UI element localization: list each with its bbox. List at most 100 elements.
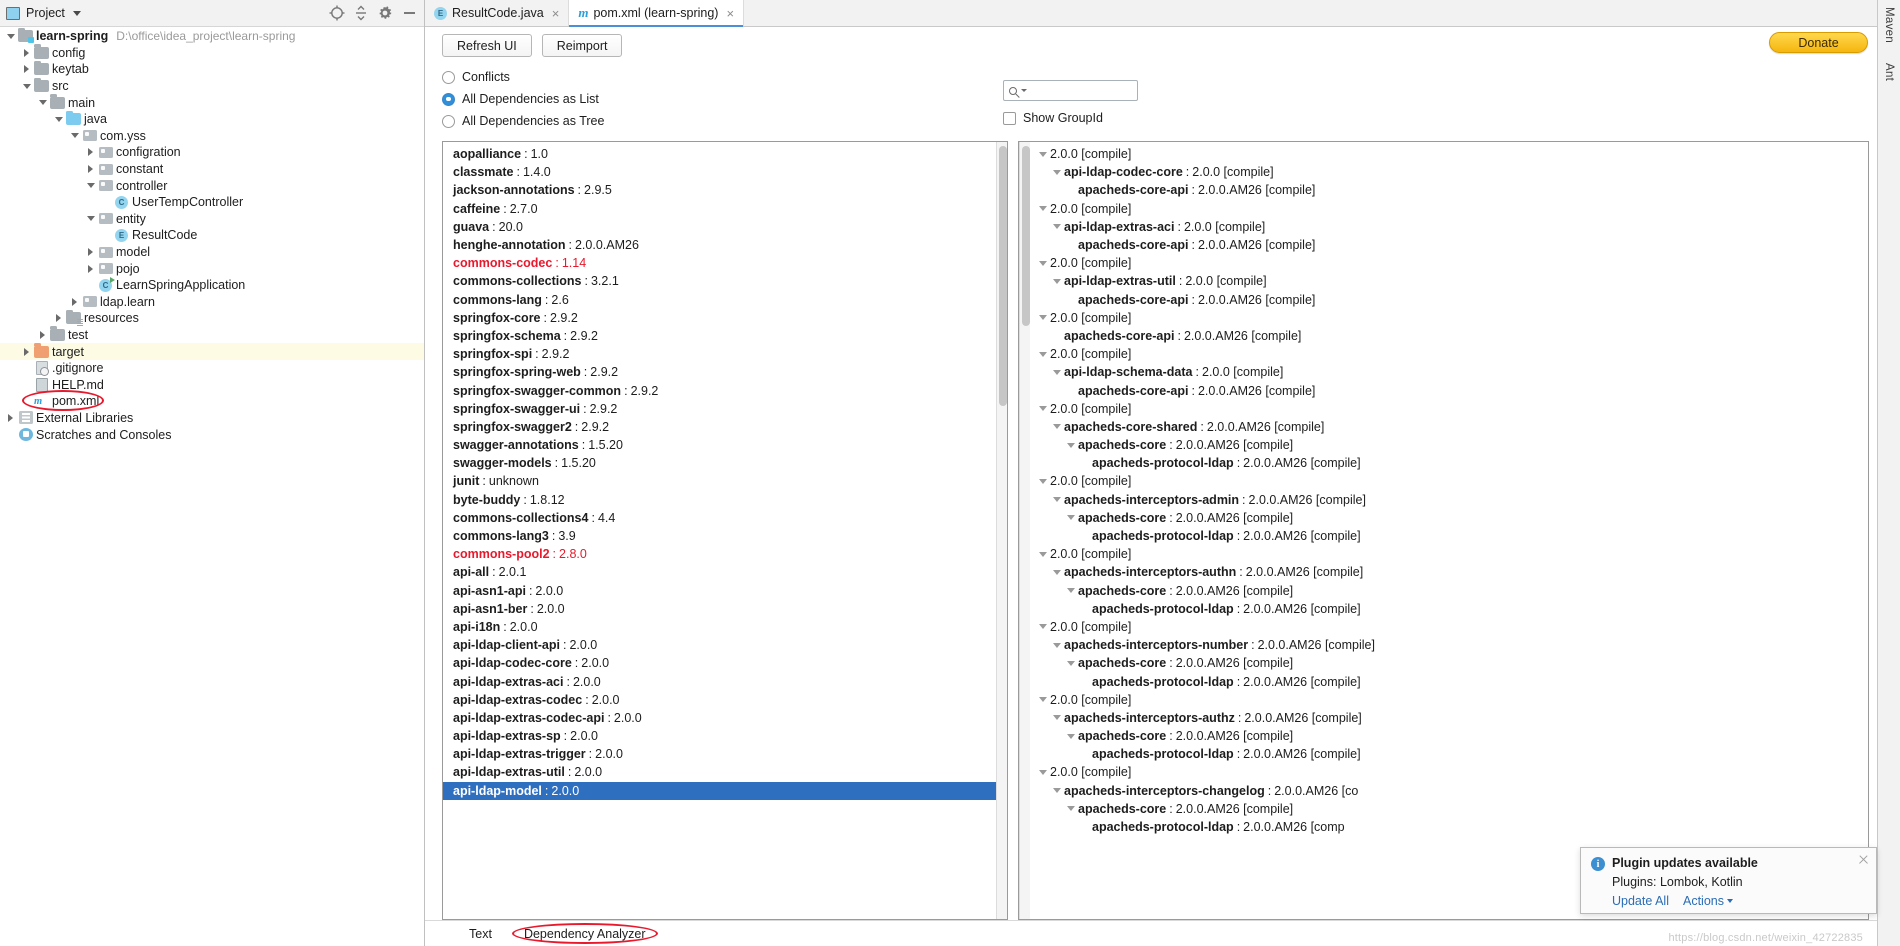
dependency-list-item[interactable]: api-asn1-ber : 2.0.0 bbox=[453, 600, 996, 618]
chevron-down-icon[interactable] bbox=[72, 10, 81, 16]
dependency-list-item[interactable]: api-ldap-model : 2.0.0 bbox=[443, 781, 996, 800]
dependency-tree-node[interactable]: api-ldap-schema-data : 2.0.0 [compile] bbox=[1034, 363, 1868, 381]
tree-twisty-closed[interactable] bbox=[84, 161, 97, 177]
tree-twisty-open[interactable] bbox=[68, 128, 81, 144]
dependency-tree-node[interactable]: apacheds-protocol-ldap : 2.0.0.AM26 [com… bbox=[1034, 818, 1868, 836]
dependency-tree-node[interactable]: 2.0.0 [compile] bbox=[1034, 472, 1868, 490]
tree-twisty-closed[interactable] bbox=[20, 45, 33, 61]
dependency-tree-node[interactable]: 2.0.0 [compile] bbox=[1034, 145, 1868, 163]
tree-node-entity[interactable]: entity bbox=[0, 211, 424, 228]
tree-twisty-open[interactable] bbox=[1064, 734, 1078, 739]
refresh-ui-button[interactable]: Refresh UI bbox=[442, 34, 532, 57]
tree-twisty-open[interactable] bbox=[1064, 515, 1078, 520]
tool-window-button-maven[interactable]: Maven bbox=[1883, 4, 1895, 46]
dependency-tree-node[interactable]: apacheds-core : 2.0.0.AM26 [compile] bbox=[1034, 582, 1868, 600]
tree-twisty-open[interactable] bbox=[84, 178, 97, 194]
tree-twisty-closed[interactable] bbox=[20, 344, 33, 360]
dependency-list-item[interactable]: springfox-swagger-ui : 2.9.2 bbox=[453, 400, 996, 418]
tree-twisty-open[interactable] bbox=[1036, 206, 1050, 211]
dependency-list-item[interactable]: api-ldap-extras-sp : 2.0.0 bbox=[453, 727, 996, 745]
tool-window-button-ant[interactable]: Ant bbox=[1883, 60, 1895, 84]
show-groupid-checkbox-wrap[interactable]: Show GroupId bbox=[1003, 111, 1103, 125]
tree-node-resources[interactable]: resources bbox=[0, 309, 424, 327]
tree-node-pom-xml[interactable]: m pom.xml bbox=[0, 393, 424, 410]
show-groupid-checkbox[interactable] bbox=[1003, 111, 1016, 125]
dependency-list-item[interactable]: byte-buddy : 1.8.12 bbox=[453, 491, 996, 509]
dependency-list-item[interactable]: commons-lang3 : 3.9 bbox=[453, 527, 996, 545]
dependency-list-item[interactable]: aopalliance : 1.0 bbox=[453, 145, 996, 163]
search-input[interactable] bbox=[1003, 80, 1138, 101]
tree-twisty-closed[interactable] bbox=[20, 61, 33, 77]
tree-twisty-open[interactable] bbox=[1064, 806, 1078, 811]
dependency-tree-node[interactable]: api-ldap-extras-util : 2.0.0 [compile] bbox=[1034, 272, 1868, 290]
dependency-tree-node[interactable]: apacheds-protocol-ldap : 2.0.0.AM26 [com… bbox=[1034, 454, 1868, 472]
tree-node-pojo[interactable]: pojo bbox=[0, 260, 424, 277]
tree-twisty-open[interactable] bbox=[1050, 570, 1064, 575]
dependency-list-item[interactable]: api-ldap-extras-codec-api : 2.0.0 bbox=[453, 709, 996, 727]
tree-node-constant[interactable]: constant bbox=[0, 161, 424, 178]
tree-twisty-open[interactable] bbox=[1036, 697, 1050, 702]
tree-twisty-open[interactable] bbox=[1036, 315, 1050, 320]
reimport-button[interactable]: Reimport bbox=[541, 34, 623, 57]
dependency-tree-node[interactable]: apacheds-protocol-ldap : 2.0.0.AM26 [com… bbox=[1034, 600, 1868, 618]
tree-twisty-open[interactable] bbox=[1064, 443, 1078, 448]
dependency-list-item[interactable]: api-ldap-extras-codec : 2.0.0 bbox=[453, 691, 996, 709]
dependency-list-item[interactable]: api-asn1-api : 2.0.0 bbox=[453, 582, 996, 600]
tree-node-keytab[interactable]: keytab bbox=[0, 60, 424, 78]
tree-twisty-open[interactable] bbox=[1050, 279, 1064, 284]
tree-node-learnspringapplication[interactable]: C LearnSpringApplication bbox=[0, 276, 424, 294]
tree-twisty-open[interactable] bbox=[1050, 370, 1064, 375]
tree-twisty-open[interactable] bbox=[1064, 661, 1078, 666]
dependency-tree-node[interactable]: apacheds-interceptors-admin : 2.0.0.AM26… bbox=[1034, 491, 1868, 509]
dependency-list-item[interactable]: commons-lang : 2.6 bbox=[453, 291, 996, 309]
tree-twisty-open[interactable] bbox=[1050, 715, 1064, 720]
project-tree[interactable]: learn-spring D:\office\idea_project\learn… bbox=[0, 27, 424, 946]
radio-button[interactable] bbox=[442, 92, 455, 106]
dependency-list-item[interactable]: api-ldap-extras-trigger : 2.0.0 bbox=[453, 745, 996, 763]
tree-twisty-open[interactable] bbox=[1050, 788, 1064, 793]
dependency-tree-node[interactable]: api-ldap-codec-core : 2.0.0 [compile] bbox=[1034, 163, 1868, 181]
dependency-tree-node[interactable]: 2.0.0 [compile] bbox=[1034, 309, 1868, 327]
dependency-list-item[interactable]: junit : unknown bbox=[453, 472, 996, 490]
tree-twisty-open[interactable] bbox=[1050, 170, 1064, 175]
tree-twisty-closed[interactable] bbox=[36, 327, 49, 343]
dependency-tree-node[interactable]: apacheds-core : 2.0.0.AM26 [compile] bbox=[1034, 509, 1868, 527]
dependency-tree-node[interactable]: apacheds-core-api : 2.0.0.AM26 [compile] bbox=[1034, 327, 1868, 345]
dependency-list-item[interactable]: api-i18n : 2.0.0 bbox=[453, 618, 996, 636]
editor-tab-pom[interactable]: m pom.xml (learn-spring) × bbox=[569, 0, 745, 27]
dependency-list-item[interactable]: commons-collections4 : 4.4 bbox=[453, 509, 996, 527]
actions-link[interactable]: Actions bbox=[1683, 894, 1724, 908]
dependency-list-item[interactable]: api-ldap-extras-aci : 2.0.0 bbox=[453, 672, 996, 690]
dependency-tree-node[interactable]: api-ldap-extras-aci : 2.0.0 [compile] bbox=[1034, 218, 1868, 236]
dependency-tree-node[interactable]: apacheds-protocol-ldap : 2.0.0.AM26 [com… bbox=[1034, 527, 1868, 545]
dependency-tree-node[interactable]: 2.0.0 [compile] bbox=[1034, 345, 1868, 363]
dependency-tree-node[interactable]: apacheds-core : 2.0.0.AM26 [compile] bbox=[1034, 436, 1868, 454]
tree-twisty-open[interactable] bbox=[20, 78, 33, 94]
bottom-tab-text[interactable]: Text bbox=[453, 921, 508, 946]
chevron-down-icon[interactable] bbox=[1726, 899, 1733, 903]
radio-row-all-dependencies-as-tree[interactable]: All Dependencies as Tree bbox=[442, 110, 1877, 132]
tree-node-target[interactable]: target bbox=[0, 343, 424, 360]
tree-node-model[interactable]: model bbox=[0, 244, 424, 261]
tree-node-resultcode[interactable]: E ResultCode bbox=[0, 227, 424, 244]
dependency-tree-node[interactable]: apacheds-interceptors-authz : 2.0.0.AM26… bbox=[1034, 709, 1868, 727]
tree-twisty-closed[interactable] bbox=[4, 410, 17, 426]
tree-twisty-closed[interactable] bbox=[84, 144, 97, 160]
dependency-tree-node[interactable]: 2.0.0 [compile] bbox=[1034, 254, 1868, 272]
tree-twisty-open[interactable] bbox=[36, 95, 49, 111]
radio-row-conflicts[interactable]: Conflicts bbox=[442, 66, 1877, 88]
tree-twisty-open[interactable] bbox=[1036, 552, 1050, 557]
tree-twisty-open[interactable] bbox=[1036, 479, 1050, 484]
dependency-tree-node[interactable]: apacheds-interceptors-authn : 2.0.0.AM26… bbox=[1034, 563, 1868, 581]
tree-node-scratches-and-consoles[interactable]: Scratches and Consoles bbox=[0, 426, 424, 443]
dependency-tree-node[interactable]: 2.0.0 [compile] bbox=[1034, 200, 1868, 218]
dependency-list-item[interactable]: api-ldap-codec-core : 2.0.0 bbox=[453, 654, 996, 672]
tree-node-config[interactable]: config bbox=[0, 44, 424, 62]
dependency-list-item[interactable]: swagger-models : 1.5.20 bbox=[453, 454, 996, 472]
tree-twisty-open[interactable] bbox=[4, 28, 17, 44]
dependency-tree-node[interactable]: apacheds-protocol-ldap : 2.0.0.AM26 [com… bbox=[1034, 672, 1868, 690]
dependency-tree-node[interactable]: apacheds-core-api : 2.0.0.AM26 [compile] bbox=[1034, 236, 1868, 254]
editor-tab-resultcode[interactable]: E ResultCode.java × bbox=[425, 0, 570, 26]
radio-button[interactable] bbox=[442, 114, 455, 128]
scrollbar-thumb[interactable] bbox=[998, 146, 1007, 406]
